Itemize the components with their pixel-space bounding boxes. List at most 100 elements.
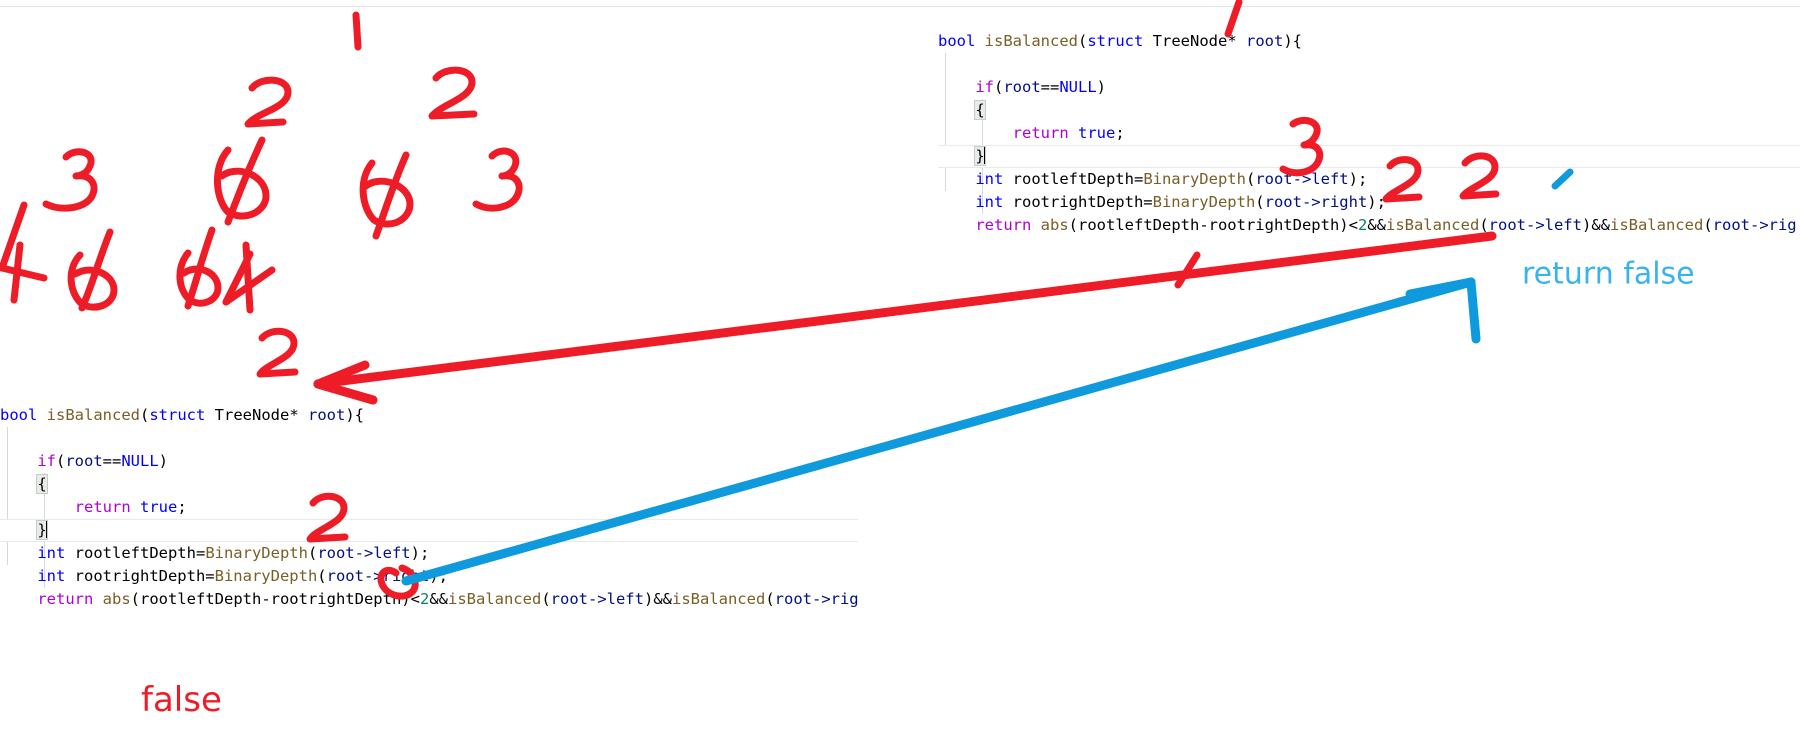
code-token: root	[1246, 32, 1284, 50]
code-line[interactable]: {	[0, 473, 858, 496]
code-token: true	[140, 498, 178, 516]
code-line-text: int rootrightDepth=BinaryDepth(root->rig…	[938, 193, 1386, 211]
code-token: int	[37, 544, 66, 562]
code-token: rootrightDepth=	[1003, 193, 1153, 211]
code-line[interactable]	[938, 53, 1800, 76]
code-token: true	[1078, 124, 1116, 142]
code-token: rootleftDepth=	[1003, 170, 1144, 188]
code-token: );	[1367, 193, 1386, 211]
code-line-text: return true;	[938, 124, 1125, 142]
code-token: root->rig	[1712, 216, 1797, 234]
code-token: )&&	[1581, 216, 1610, 234]
code-token: (	[994, 78, 1004, 96]
tree-node-level4-4-4	[222, 241, 276, 314]
tree-node-level2-left-2	[244, 76, 292, 128]
code-token: );	[1348, 170, 1368, 188]
code-line[interactable]: return abs(rootleftDepth-rootrightDepth)…	[0, 588, 858, 611]
code-token: struct	[1087, 32, 1144, 50]
code-line[interactable]: int rootrightDepth=BinaryDepth(root->rig…	[0, 565, 858, 588]
code-token: root->left	[550, 590, 644, 608]
code-token: root	[308, 406, 346, 424]
bottom-code-pane[interactable]: bool isBalanced(struct TreeNode* root){ …	[0, 404, 858, 614]
code-token: );	[410, 544, 430, 562]
code-line[interactable]: {	[938, 99, 1800, 122]
tree-node-level3-1-3	[42, 148, 98, 212]
code-line[interactable]: return true;	[0, 496, 858, 519]
code-line[interactable]: if(root==NULL)	[938, 76, 1800, 99]
code-token: (rootleftDepth-rootrightDepth)<	[1068, 216, 1358, 234]
code-token: }	[0, 613, 9, 614]
code-token: return	[37, 590, 94, 608]
current-line-highlight	[938, 145, 1800, 168]
code-token: if	[975, 78, 994, 96]
code-token: );	[429, 567, 448, 585]
code-line[interactable]: int rootleftDepth=BinaryDepth(root->left…	[938, 168, 1800, 191]
tree-node-level3-2-phi	[213, 136, 270, 226]
code-token: (	[1255, 193, 1265, 211]
code-line-text: return abs(rootleftDepth-rootrightDepth)…	[938, 216, 1797, 234]
code-token: 2	[419, 590, 430, 608]
code-line[interactable]: }	[0, 611, 858, 614]
code-token: rootleftDepth=	[65, 544, 206, 562]
code-line[interactable]: return true;	[938, 122, 1800, 145]
code-line[interactable]: }	[0, 519, 858, 542]
code-token: ){	[345, 406, 364, 424]
code-line[interactable]: return abs(rootleftDepth-rootrightDepth)…	[938, 214, 1800, 237]
code-token: BinaryDepth	[214, 567, 318, 585]
code-line[interactable]: int rootleftDepth=BinaryDepth(root->left…	[0, 542, 858, 565]
code-token: isBalanced	[46, 406, 140, 424]
code-token: &&	[429, 590, 448, 608]
code-line-text: return abs(rootleftDepth-rootrightDepth)…	[0, 590, 858, 608]
code-line-text: int rootrightDepth=BinaryDepth(root->rig…	[0, 567, 448, 585]
code-token: struct	[149, 406, 206, 424]
code-line[interactable]: }	[938, 237, 1800, 240]
top-code-pane[interactable]: bool isBalanced(struct TreeNode* root){ …	[938, 30, 1800, 240]
code-token: NULL	[1059, 78, 1097, 96]
code-token: ;	[1115, 124, 1125, 142]
code-token: )	[158, 452, 169, 470]
code-token: BinaryDepth	[205, 544, 308, 562]
code-line-text: bool isBalanced(struct TreeNode* root){	[0, 406, 364, 424]
code-token: (rootleftDepth-rootrightDepth)<	[130, 590, 420, 608]
code-token: (	[1245, 170, 1256, 188]
code-token: root->right	[326, 567, 430, 585]
code-line[interactable]: }	[938, 145, 1800, 168]
code-token: isBalanced	[447, 590, 542, 608]
code-token: BinaryDepth	[1143, 170, 1246, 188]
code-token: rootrightDepth=	[65, 567, 215, 585]
code-token: if	[37, 452, 56, 470]
code-token: 2	[1357, 216, 1368, 234]
code-line[interactable]: int rootrightDepth=BinaryDepth(root->rig…	[938, 191, 1800, 214]
code-line[interactable]: if(root==NULL)	[0, 450, 858, 473]
code-token: bool	[938, 32, 976, 50]
code-token: (	[307, 544, 318, 562]
code-token: return	[975, 216, 1032, 234]
code-token: return	[1012, 124, 1069, 142]
tree-node-level3-3-phi	[359, 151, 414, 240]
screenshot-root: bool isBalanced(struct TreeNode* root){ …	[0, 0, 1800, 742]
code-token: isBalanced	[1385, 216, 1480, 234]
code-line-text: if(root==NULL)	[0, 452, 168, 470]
code-line[interactable]	[0, 427, 858, 450]
code-line[interactable]: bool isBalanced(struct TreeNode* root){	[938, 30, 1800, 53]
code-token: int	[975, 193, 1004, 211]
ink-mark-1-return-line	[1174, 251, 1201, 289]
code-token: (	[1479, 216, 1489, 234]
code-token: (	[317, 567, 327, 585]
code-token: TreeNode*	[1143, 32, 1246, 50]
code-line[interactable]: bool isBalanced(struct TreeNode* root){	[0, 404, 858, 427]
ink-label-false: false	[141, 680, 222, 720]
code-token: (	[1078, 32, 1088, 50]
code-token: (	[140, 406, 150, 424]
code-token: root->left	[1255, 170, 1349, 188]
code-token: (	[56, 452, 66, 470]
tree-node-level2-right-2	[428, 66, 478, 120]
